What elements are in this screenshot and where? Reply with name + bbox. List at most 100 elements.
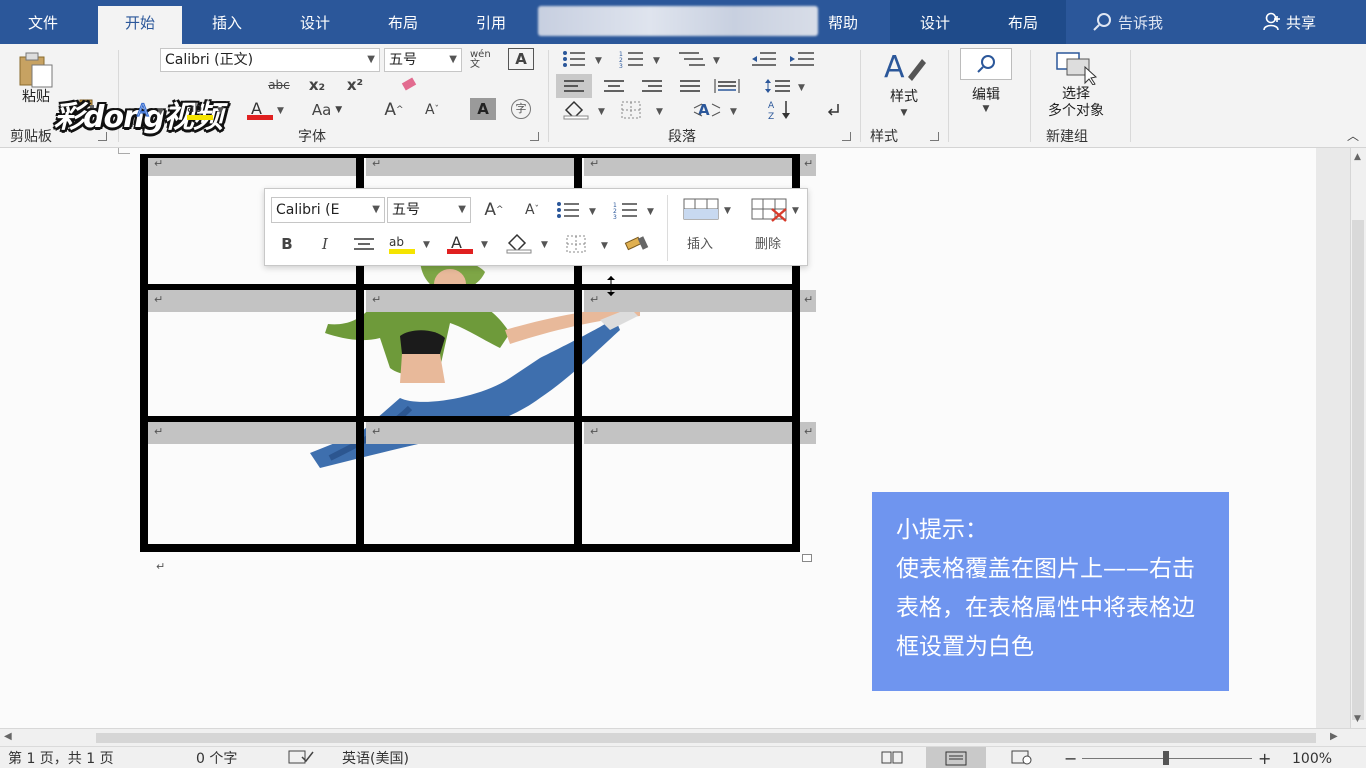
mini-font-name-combo[interactable]: Calibri (E ▼ bbox=[271, 197, 385, 223]
superscript-button[interactable]: x² bbox=[340, 74, 370, 96]
sort-button[interactable]: AZ bbox=[764, 98, 796, 122]
highlight-color-button[interactable]: ab ▼ bbox=[184, 98, 230, 122]
pinyin-guide-button[interactable]: wén 文 bbox=[470, 48, 498, 72]
collapse-ribbon-icon[interactable]: ︿ bbox=[1344, 128, 1362, 143]
line-spacing-button[interactable]: ▼ bbox=[762, 74, 810, 98]
document-area[interactable]: ↵ ↵ ↵ ↵ ↵ ↵ ↵ ↵ ↵ ↵ ↵ ↵ ↵ Calibri (E ▼ 五… bbox=[0, 148, 1316, 728]
shading-button[interactable]: ▼ bbox=[560, 98, 610, 122]
align-right-button[interactable] bbox=[634, 74, 670, 98]
vertical-scrollbar[interactable]: ▲ ▼ bbox=[1316, 148, 1366, 728]
numbering-button[interactable]: 1 2 3 ▼ bbox=[618, 48, 664, 70]
table-cell[interactable] bbox=[148, 422, 356, 444]
tab-home[interactable]: 开始 bbox=[98, 6, 182, 44]
font-name-combo[interactable]: Calibri (正文) ▼ bbox=[160, 48, 380, 72]
tab-file[interactable]: 文件 bbox=[10, 0, 76, 44]
show-marks-button[interactable] bbox=[818, 98, 850, 122]
table-cell[interactable] bbox=[366, 290, 574, 312]
web-layout-icon[interactable] bbox=[1010, 749, 1034, 768]
horizontal-scrollbar[interactable]: ◀ ▶ bbox=[0, 728, 1366, 746]
mini-font-color-button[interactable]: A ▼ bbox=[443, 231, 495, 257]
table-border-inner[interactable] bbox=[140, 416, 800, 422]
table-border-bottom[interactable] bbox=[140, 544, 800, 552]
tab-insert[interactable]: 插入 bbox=[194, 0, 260, 44]
mini-borders-button[interactable]: ▼ bbox=[563, 231, 613, 257]
scroll-left-icon[interactable]: ◀ bbox=[4, 731, 12, 742]
select-objects-button[interactable] bbox=[1050, 48, 1102, 86]
char-shading-button[interactable]: A bbox=[470, 98, 496, 120]
read-mode-icon[interactable] bbox=[880, 749, 904, 768]
styles-launcher-icon[interactable] bbox=[930, 132, 939, 141]
scroll-right-icon[interactable]: ▶ bbox=[1330, 731, 1338, 742]
paragraph-launcher-icon[interactable] bbox=[842, 132, 851, 141]
clear-format-button[interactable]: abc bbox=[262, 74, 296, 96]
distributed-button[interactable] bbox=[710, 74, 744, 98]
mini-bullets-button[interactable]: ▼ bbox=[553, 197, 603, 223]
table-cell[interactable] bbox=[148, 290, 356, 312]
page-count[interactable]: 第 1 页，共 1 页 bbox=[8, 749, 114, 768]
horizontal-scroll-thumb[interactable] bbox=[96, 733, 1316, 743]
multilevel-list-button[interactable]: ▼ bbox=[676, 48, 724, 70]
font-size-combo[interactable]: 五号 ▼ bbox=[384, 48, 462, 72]
editing-button[interactable] bbox=[960, 48, 1012, 80]
align-center-button[interactable] bbox=[596, 74, 632, 98]
mini-font-size-combo[interactable]: 五号 ▼ bbox=[387, 197, 471, 223]
decrease-indent-button[interactable] bbox=[748, 48, 780, 70]
tell-me-box[interactable]: 告诉我 bbox=[1092, 0, 1163, 44]
table-resize-handle[interactable] bbox=[802, 554, 812, 562]
mini-format-painter-button[interactable] bbox=[619, 231, 655, 257]
proofing-icon[interactable] bbox=[288, 749, 314, 768]
zoom-in-button[interactable]: + bbox=[1258, 749, 1271, 768]
scroll-down-icon[interactable]: ▼ bbox=[1354, 714, 1361, 724]
mini-shrink-font-button[interactable]: Aˇ bbox=[517, 197, 547, 223]
increase-indent-button[interactable] bbox=[786, 48, 818, 70]
tab-table-layout[interactable]: 布局 bbox=[988, 0, 1058, 44]
table-border-top[interactable] bbox=[140, 154, 800, 158]
tab-references[interactable]: 引用 bbox=[458, 0, 524, 44]
chevron-down-icon[interactable]: ▼ bbox=[980, 104, 992, 114]
justify-button[interactable] bbox=[672, 74, 708, 98]
table-cell[interactable] bbox=[584, 422, 792, 444]
tab-layout[interactable]: 布局 bbox=[370, 0, 436, 44]
word-count[interactable]: 0 个字 bbox=[196, 749, 237, 768]
mini-shading-button[interactable]: ▼ bbox=[503, 231, 555, 257]
shrink-font-button[interactable]: Aˇ bbox=[418, 98, 446, 122]
chevron-down-icon[interactable]: ▼ bbox=[898, 108, 910, 118]
zoom-out-button[interactable]: − bbox=[1064, 749, 1077, 768]
paste-button[interactable] bbox=[14, 50, 58, 90]
bullets-button[interactable]: ▼ bbox=[560, 48, 606, 70]
change-case-button[interactable]: Aa ▼ bbox=[302, 98, 352, 122]
grow-font-button[interactable]: A ^ bbox=[380, 98, 408, 122]
share-button[interactable]: 共享 bbox=[1262, 0, 1316, 44]
styles-button[interactable]: A bbox=[880, 48, 928, 86]
enclose-char-button[interactable]: 字 bbox=[508, 98, 534, 120]
zoom-slider-thumb[interactable] bbox=[1163, 751, 1169, 765]
mini-numbering-button[interactable]: 1 2 3 ▼ bbox=[611, 197, 661, 223]
tab-design[interactable]: 设计 bbox=[282, 0, 348, 44]
font-launcher-icon[interactable] bbox=[530, 132, 539, 141]
tab-help[interactable]: 帮助 bbox=[810, 0, 876, 44]
tab-table-design[interactable]: 设计 bbox=[900, 0, 970, 44]
table-border-left[interactable] bbox=[140, 154, 148, 552]
language-indicator[interactable]: 英语(美国) bbox=[342, 749, 409, 768]
mini-bold-button[interactable]: B bbox=[275, 231, 299, 257]
table-cell[interactable] bbox=[366, 422, 574, 444]
mini-center-button[interactable] bbox=[349, 231, 379, 257]
vertical-scroll-thumb[interactable] bbox=[1352, 220, 1364, 720]
print-layout-button[interactable] bbox=[926, 747, 986, 768]
font-color-button[interactable]: A ▼ bbox=[244, 98, 290, 122]
mini-delete-button[interactable]: ▼ bbox=[745, 195, 807, 225]
mini-italic-button[interactable]: I bbox=[313, 231, 337, 257]
table-border-inner[interactable] bbox=[140, 284, 800, 290]
borders-button[interactable]: ▼ bbox=[618, 98, 668, 122]
zoom-level[interactable]: 100% bbox=[1292, 749, 1332, 768]
char-border-button[interactable]: A bbox=[508, 48, 534, 70]
subscript-button[interactable]: x₂ bbox=[302, 74, 332, 96]
text-effects-button[interactable]: A ▼ bbox=[132, 98, 172, 122]
mini-highlight-button[interactable]: ab ▼ bbox=[385, 231, 437, 257]
scroll-up-icon[interactable]: ▲ bbox=[1354, 152, 1361, 162]
chinese-layout-button[interactable]: A ▼ bbox=[690, 98, 742, 122]
align-left-button[interactable] bbox=[556, 74, 592, 98]
mini-grow-font-button[interactable]: A ^ bbox=[479, 197, 509, 223]
mini-insert-button[interactable]: ▼ bbox=[677, 195, 739, 225]
clear-all-format-button[interactable] bbox=[394, 74, 424, 96]
